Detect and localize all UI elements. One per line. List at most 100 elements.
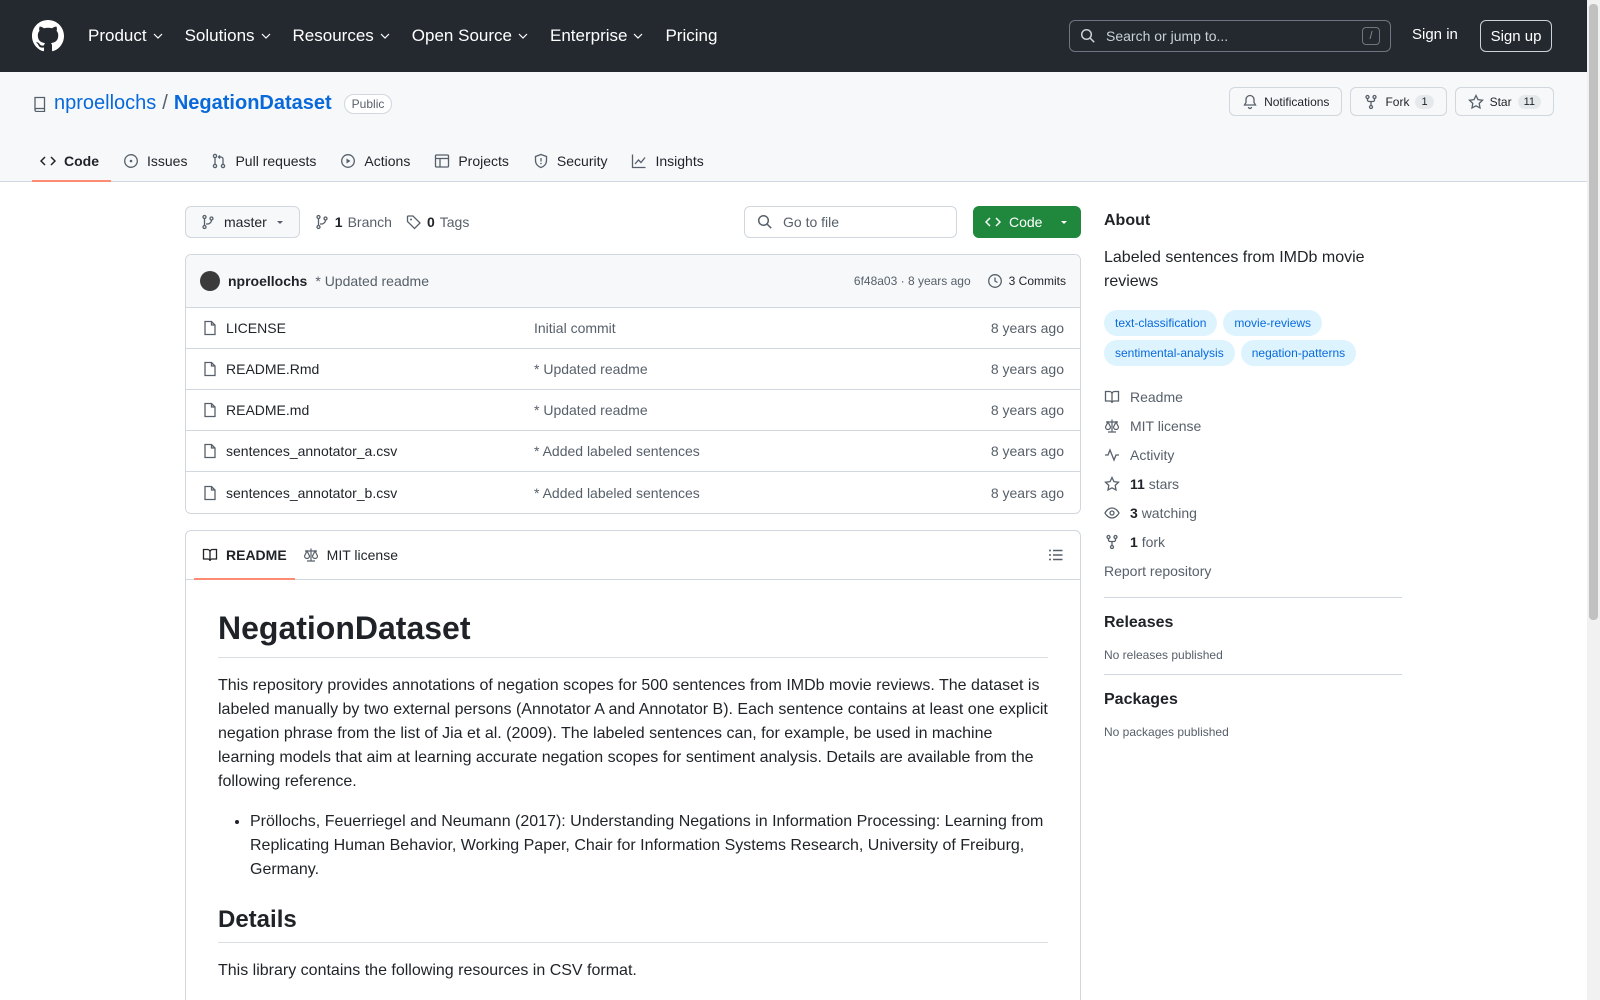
topic-tag[interactable]: text-classification (1104, 310, 1218, 336)
details-text: This library contains the following reso… (218, 962, 637, 979)
notifications-button[interactable]: Notifications (1229, 87, 1343, 116)
file-row[interactable]: sentences_annotator_b.csv * Added labele… (186, 472, 1080, 513)
fork-icon (1365, 94, 1378, 109)
search-shortcut-key: / (1362, 27, 1380, 45)
file-name[interactable]: sentences_annotator_a.csv (226, 443, 397, 459)
readme-title: NegationDataset (218, 610, 1048, 658)
nav-resources[interactable]: Resources (293, 26, 390, 46)
tab-security[interactable]: Security (525, 142, 620, 180)
chevron-down-icon (153, 33, 163, 39)
file-icon (204, 443, 216, 459)
license-link[interactable]: MIT license (1104, 411, 1402, 440)
table-icon (435, 154, 450, 168)
commit-message-link[interactable]: * Updated readme (315, 273, 429, 289)
file-row[interactable]: README.Rmd * Updated readme 8 years ago (186, 349, 1080, 390)
file-name-cell[interactable]: sentences_annotator_a.csv (202, 443, 534, 459)
nav-product[interactable]: Product (88, 26, 163, 46)
commits-history-link[interactable]: 3 Commits (987, 273, 1066, 289)
forks-link[interactable]: 1 fork (1104, 527, 1402, 556)
topic-tag[interactable]: sentimental-analysis (1104, 340, 1235, 366)
list-unordered-icon[interactable] (1048, 547, 1064, 563)
search-icon (1080, 28, 1095, 43)
tags-link[interactable]: 0 Tags (406, 214, 469, 230)
file-name-cell[interactable]: LICENSE (202, 320, 534, 336)
file-commit-message[interactable]: * Added labeled sentences (534, 485, 991, 501)
packages-heading[interactable]: Packages (1104, 691, 1402, 709)
file-name-cell[interactable]: README.md (202, 402, 534, 418)
code-icon (985, 217, 1001, 227)
chevron-down-icon (380, 33, 390, 39)
book-icon (1104, 390, 1120, 403)
commit-author-link[interactable]: nproellochs (228, 273, 307, 289)
file-commit-message[interactable]: * Updated readme (534, 402, 991, 418)
file-row[interactable]: sentences_annotator_a.csv * Added labele… (186, 431, 1080, 472)
file-commit-message[interactable]: Initial commit (534, 320, 991, 336)
tab-insights[interactable]: Insights (623, 142, 715, 180)
watchers-link[interactable]: 3 watching (1104, 498, 1402, 527)
sign-in-link[interactable]: Sign in (1412, 26, 1458, 43)
chevron-down-icon (518, 33, 528, 39)
activity-link-label: Activity (1130, 446, 1175, 463)
readme-link[interactable]: Readme (1104, 382, 1402, 411)
nav-solutions[interactable]: Solutions (185, 26, 271, 46)
report-repository-link[interactable]: Report repository (1104, 556, 1402, 585)
file-row[interactable]: README.md * Updated readme 8 years ago (186, 390, 1080, 431)
tab-readme[interactable]: README (194, 531, 295, 580)
sign-up-button[interactable]: Sign up (1480, 20, 1552, 52)
topic-tag[interactable]: movie-reviews (1223, 310, 1323, 336)
repo-meta-list: Readme MIT license Activity 11 stars 3 w… (1104, 382, 1402, 585)
file-row[interactable]: LICENSE Initial commit 8 years ago (186, 308, 1080, 349)
scrollbar[interactable] (1587, 0, 1600, 1000)
search-icon (757, 214, 772, 229)
star-button[interactable]: Star 11 (1454, 87, 1554, 116)
avatar[interactable] (200, 271, 220, 291)
file-name-cell[interactable]: sentences_annotator_b.csv (202, 485, 534, 501)
file-name[interactable]: sentences_annotator_b.csv (226, 485, 397, 501)
about-heading: About (1104, 212, 1151, 229)
tab-code[interactable]: Code (32, 142, 111, 182)
branches-link[interactable]: 1 Branch (314, 214, 392, 230)
branches-label: Branch (347, 214, 392, 230)
commit-hash-time[interactable]: 6f48a03 · 8 years ago (854, 274, 971, 288)
reference-list: Pröllochs, Feuerriegel and Neumann (2017… (218, 810, 1048, 882)
bell-icon (1243, 94, 1257, 109)
tab-license[interactable]: MIT license (295, 531, 406, 579)
topic-tag[interactable]: negation-patterns (1240, 340, 1357, 366)
tab-issues[interactable]: Issues (115, 142, 199, 180)
file-name[interactable]: README.md (226, 402, 309, 418)
file-commit-time: 8 years ago (990, 320, 1064, 336)
tab-issues-label: Issues (147, 153, 188, 169)
go-to-file-input[interactable]: Go to file (744, 206, 957, 238)
tab-pull-requests[interactable]: Pull requests (203, 142, 328, 180)
branch-selector[interactable]: master (185, 206, 300, 238)
nav-pricing[interactable]: Pricing (665, 26, 717, 46)
file-name[interactable]: LICENSE (226, 320, 286, 336)
commits-count-label: 3 Commits (1008, 274, 1066, 288)
github-logo-icon[interactable] (32, 20, 64, 52)
tab-projects-label: Projects (458, 153, 509, 169)
tab-projects[interactable]: Projects (426, 142, 521, 180)
file-toolbar: master 1 Branch 0 Tags Go to file Code (185, 206, 1081, 238)
repo-owner-link[interactable]: nproellochs (54, 92, 156, 115)
code-dropdown-button[interactable]: Code (973, 206, 1081, 238)
stars-link[interactable]: 11 stars (1104, 469, 1402, 498)
tab-actions[interactable]: Actions (332, 142, 422, 180)
releases-heading[interactable]: Releases (1104, 614, 1402, 632)
file-icon (204, 402, 216, 418)
nav-open-source[interactable]: Open Source (412, 26, 528, 46)
repo-name-link[interactable]: NegationDataset (174, 92, 332, 115)
fork-button[interactable]: Fork 1 (1350, 87, 1447, 116)
code-icon (40, 156, 56, 166)
topics-list: text-classification movie-reviews sentim… (1104, 310, 1402, 366)
sidebar-divider (1104, 597, 1402, 598)
file-name-cell[interactable]: README.Rmd (202, 361, 534, 377)
file-commit-message[interactable]: * Updated readme (534, 361, 991, 377)
file-commit-message[interactable]: * Added labeled sentences (534, 443, 991, 459)
reference-item: Pröllochs, Feuerriegel and Neumann (2017… (250, 810, 1048, 882)
scrollbar-thumb[interactable] (1589, 4, 1598, 620)
activity-link[interactable]: Activity (1104, 440, 1402, 469)
report-repository-label: Report repository (1104, 562, 1212, 579)
file-name[interactable]: README.Rmd (226, 361, 319, 377)
nav-enterprise[interactable]: Enterprise (550, 26, 643, 46)
global-search-input[interactable]: Search or jump to... / (1069, 20, 1391, 52)
